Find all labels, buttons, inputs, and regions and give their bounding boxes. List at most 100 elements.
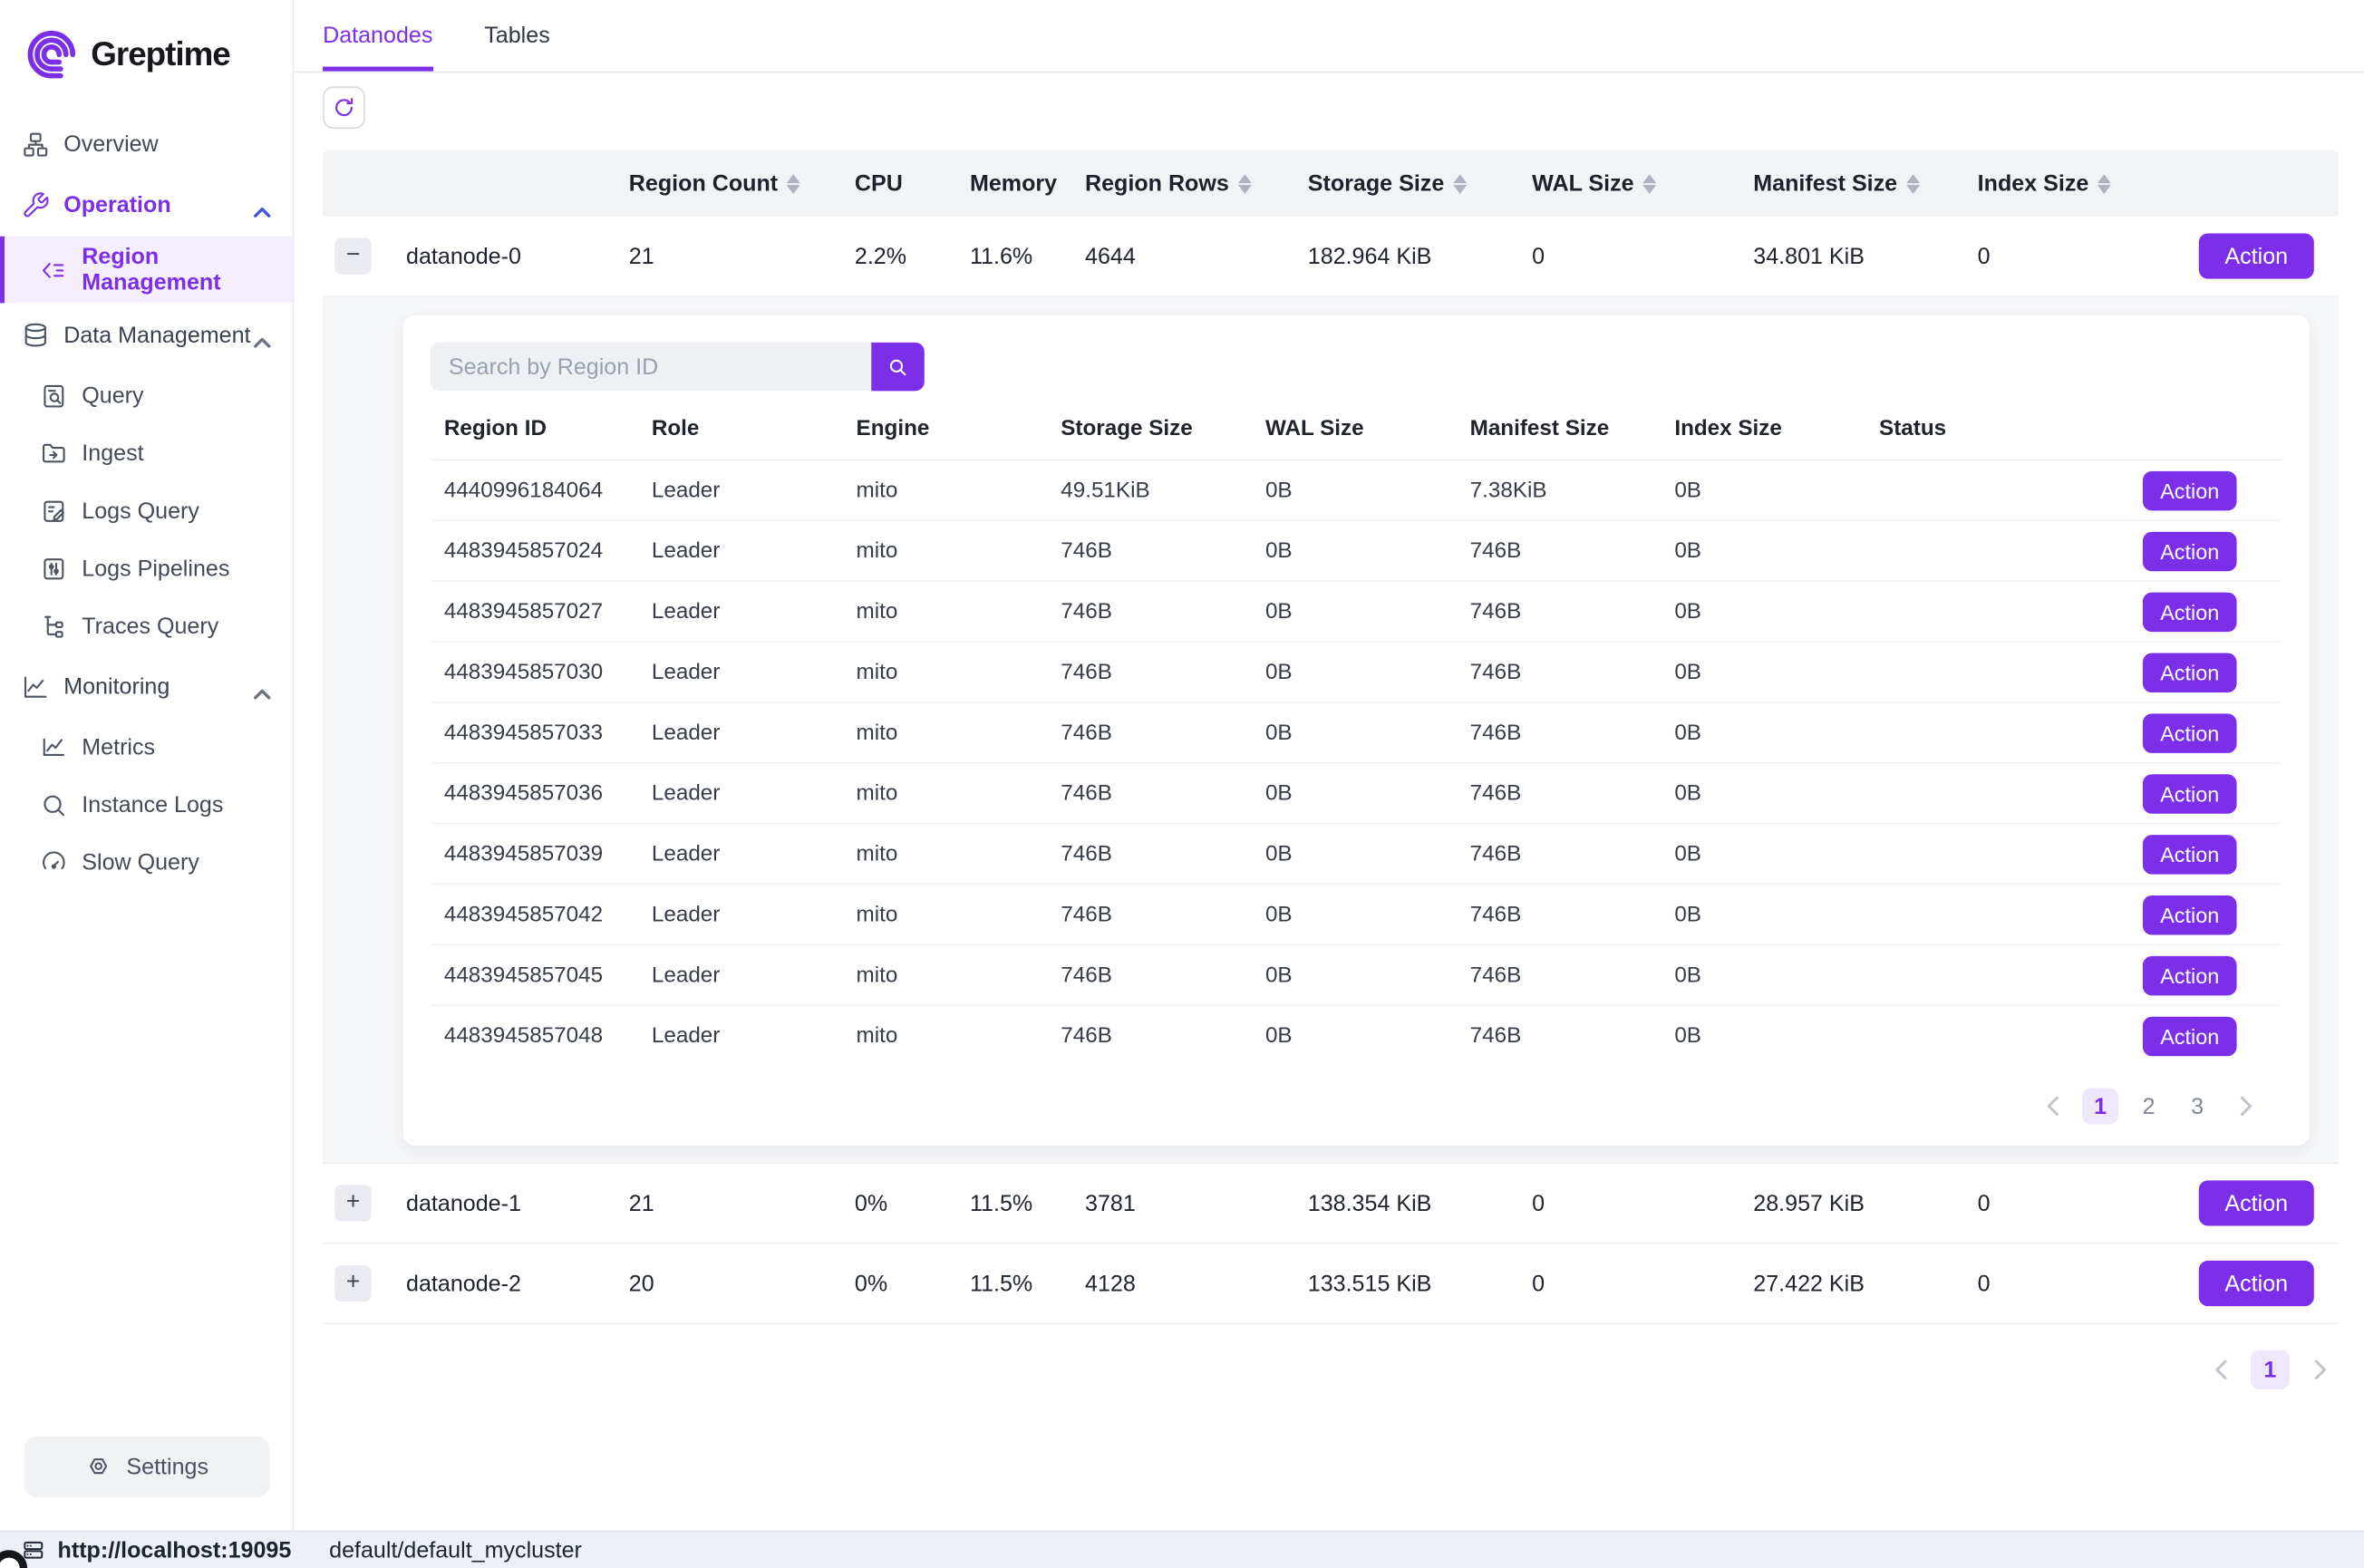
index-size-value: 0B: [1661, 538, 1865, 563]
refresh-button[interactable]: [323, 86, 365, 129]
expand-row-button[interactable]: +: [334, 1185, 371, 1221]
sidebar-item-logs-query[interactable]: Logs Query: [0, 482, 293, 540]
region-action-button[interactable]: Action: [2143, 955, 2237, 994]
wal-size-value: 0B: [1252, 1024, 1457, 1049]
sidebar-section-monitoring[interactable]: Monitoring: [0, 654, 293, 718]
region-count-value: 21: [625, 1190, 850, 1215]
index-size-value: 0: [1973, 243, 2197, 268]
region-action-button[interactable]: Action: [2143, 895, 2237, 934]
page-1[interactable]: 1: [2082, 1088, 2118, 1124]
region-table-row: 4483945857048 Leader mito 746B 0B 746B 0…: [431, 1006, 2282, 1067]
region-action-button[interactable]: Action: [2143, 531, 2237, 570]
next-page-icon[interactable]: [2301, 1351, 2338, 1388]
index-size-value: 0B: [1661, 660, 1865, 684]
region-action-button[interactable]: Action: [2143, 653, 2237, 692]
sort-index-size[interactable]: [2098, 173, 2111, 193]
page-2[interactable]: 2: [2131, 1088, 2167, 1124]
region-search-button[interactable]: [871, 343, 925, 391]
col-region-rows: Region Rows: [1080, 170, 1303, 196]
role-value: Leader: [638, 660, 843, 684]
region-table-row: 4483945857024 Leader mito 746B 0B 746B 0…: [431, 521, 2282, 582]
expand-row-button[interactable]: +: [334, 1265, 371, 1302]
monitoring-icon: [21, 672, 50, 701]
region-count-value: 20: [625, 1271, 850, 1296]
index-size-value: 0B: [1661, 478, 1865, 502]
memory-value: 11.6%: [965, 243, 1080, 268]
region-action-button[interactable]: Action: [2143, 470, 2237, 509]
index-size-value: 0B: [1661, 599, 1865, 624]
sort-wal-size[interactable]: [1643, 173, 1657, 193]
prev-page-icon[interactable]: [2034, 1088, 2070, 1124]
region-search: [431, 343, 2282, 391]
tab-bar: Datanodes Tables: [294, 0, 2364, 73]
page-1[interactable]: 1: [2251, 1350, 2290, 1389]
engine-value: mito: [843, 538, 1048, 563]
storage-size-value: 182.964 KiB: [1303, 243, 1527, 268]
region-table-header: Region ID Role Engine Storage Size WAL S…: [431, 397, 2282, 460]
tab-datanodes[interactable]: Datanodes: [323, 0, 432, 72]
sidebar-item-query[interactable]: Query: [0, 367, 293, 425]
sidebar-item-ingest[interactable]: Ingest: [0, 424, 293, 482]
sidebar-item-instance-logs[interactable]: Instance Logs: [0, 776, 293, 834]
sort-region-rows[interactable]: [1238, 173, 1252, 193]
sidebar-item-logs-pipelines[interactable]: Logs Pipelines: [0, 539, 293, 597]
sidebar-item-label: Overview: [63, 131, 159, 157]
sort-manifest-size[interactable]: [1906, 173, 1920, 193]
region-action-button[interactable]: Action: [2143, 1017, 2237, 1056]
sidebar-item-traces-query[interactable]: Traces Query: [0, 597, 293, 655]
region-id-value: 4440996184064: [431, 478, 638, 502]
chevron-up-icon: [253, 329, 271, 341]
sort-storage-size[interactable]: [1453, 173, 1467, 193]
manifest-size-value: 746B: [1457, 721, 1662, 745]
col-memory: Memory: [965, 170, 1080, 196]
region-table-row: 4483945857045 Leader mito 746B 0B 746B 0…: [431, 945, 2282, 1006]
settings-label: Settings: [126, 1454, 208, 1479]
col-region-id: Region ID: [431, 416, 638, 440]
next-page-icon[interactable]: [2228, 1088, 2264, 1124]
collapse-row-button[interactable]: −: [334, 237, 371, 274]
prev-page-icon[interactable]: [2202, 1351, 2238, 1388]
chevron-up-icon: [253, 198, 271, 210]
region-id-value: 4483945857039: [431, 842, 638, 866]
page-3[interactable]: 3: [2179, 1088, 2215, 1124]
cluster-name[interactable]: default/default_mycluster: [329, 1537, 582, 1563]
storage-size-value: 746B: [1047, 721, 1252, 745]
index-size-value: 0B: [1661, 1024, 1865, 1049]
sidebar-item-metrics[interactable]: Metrics: [0, 718, 293, 776]
sidebar-item-slow-query[interactable]: Slow Query: [0, 833, 293, 891]
sidebar-section-data-management[interactable]: Data Management: [0, 303, 293, 366]
region-search-input[interactable]: [431, 343, 871, 391]
datanode-action-button[interactable]: Action: [2199, 233, 2314, 278]
region-action-button[interactable]: Action: [2143, 713, 2237, 752]
settings-button[interactable]: Settings: [24, 1437, 270, 1497]
sort-region-count[interactable]: [787, 173, 800, 193]
greptime-logo: Greptime: [0, 0, 293, 88]
logs-pipelines-icon: [39, 554, 68, 583]
sidebar-item-overview[interactable]: Overview: [0, 115, 293, 173]
datanode-action-button[interactable]: Action: [2199, 1180, 2314, 1225]
sidebar-section-operation[interactable]: Operation: [0, 173, 293, 237]
region-action-button[interactable]: Action: [2143, 592, 2237, 631]
region-action-button[interactable]: Action: [2143, 773, 2237, 812]
logo-text: Greptime: [91, 34, 229, 73]
col-region-count: Region Count: [625, 170, 850, 196]
datanode-row-2: + datanode-2 20 0% 11.5% 4128 133.515 Ki…: [323, 1244, 2338, 1325]
region-table-body: 4440996184064 Leader mito 49.51KiB 0B 7.…: [431, 460, 2282, 1067]
tab-tables[interactable]: Tables: [484, 0, 549, 72]
region-id-value: 4483945857033: [431, 721, 638, 745]
server-url[interactable]: http://localhost:19095: [58, 1537, 292, 1563]
index-size-value: 0: [1973, 1271, 2197, 1296]
datanodes-pagination: 1: [323, 1350, 2338, 1420]
region-action-button[interactable]: Action: [2143, 834, 2237, 873]
engine-value: mito: [843, 599, 1048, 624]
engine-value: mito: [843, 1024, 1048, 1049]
datanode-action-button[interactable]: Action: [2199, 1261, 2314, 1306]
instance-logs-icon: [39, 790, 68, 819]
screen: Greptime Overview Operation Region Manag…: [0, 0, 2364, 1568]
content: Region Count CPU Memory Region Rows Stor…: [294, 73, 2364, 1530]
region-table-row: 4483945857039 Leader mito 746B 0B 746B 0…: [431, 824, 2282, 885]
ingest-icon: [39, 439, 68, 468]
sidebar-item-region-management[interactable]: Region Management: [0, 237, 293, 304]
region-rows-value: 4128: [1080, 1271, 1303, 1296]
wal-size-value: 0B: [1252, 599, 1457, 624]
